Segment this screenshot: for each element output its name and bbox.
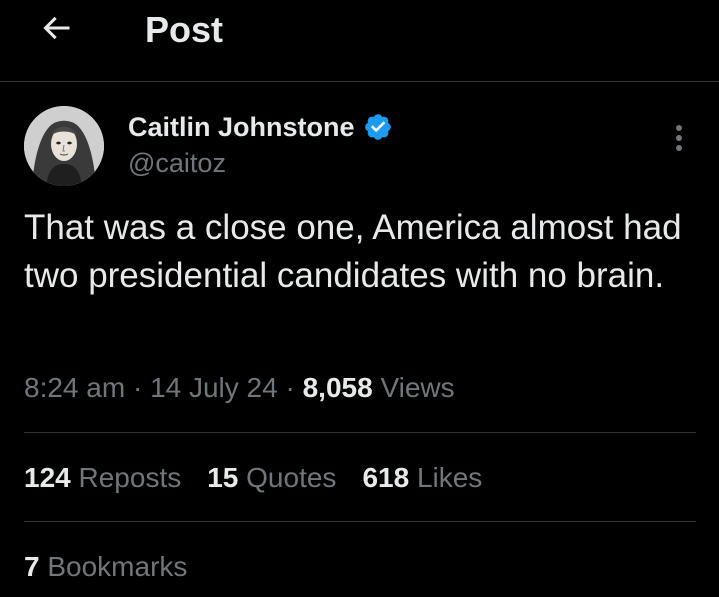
profile-portrait — [24, 106, 104, 186]
post-time[interactable]: 8:24 am — [24, 372, 125, 403]
quotes-count: 15 — [207, 462, 239, 493]
meta-separator: · — [132, 372, 143, 403]
more-vertical-icon — [674, 123, 684, 158]
divider — [24, 521, 696, 522]
post-date[interactable]: 14 July 24 — [150, 372, 278, 403]
back-button[interactable] — [36, 10, 76, 50]
top-bar: Post — [0, 0, 719, 82]
author-name[interactable]: Caitlin Johnstone — [128, 110, 355, 144]
views-count[interactable]: 8,058 — [303, 372, 373, 403]
author-handle[interactable]: @caitoz — [128, 147, 226, 179]
reposts-count: 124 — [24, 462, 71, 493]
more-options-button[interactable] — [664, 120, 694, 160]
post-meta: 8:24 am · 14 July 24 · 8,058 Views — [24, 368, 455, 408]
divider — [24, 432, 696, 433]
likes-label: Likes — [416, 462, 483, 493]
arrow-left-icon — [38, 10, 74, 51]
engagement-stats: 124 Reposts 15 Quotes 618 Likes — [24, 458, 508, 498]
bookmarks-stat[interactable]: 7 Bookmarks — [24, 547, 187, 587]
reposts-label: Reposts — [78, 462, 182, 493]
likes-stat[interactable]: 618 Likes — [362, 458, 482, 498]
bookmarks-count: 7 — [24, 551, 40, 582]
reposts-stat[interactable]: 124 Reposts — [24, 458, 181, 498]
likes-count: 618 — [362, 462, 410, 493]
quotes-stat[interactable]: 15 Quotes — [207, 458, 336, 498]
quotes-label: Quotes — [246, 462, 337, 493]
views-label: Views — [380, 372, 455, 403]
author-name-row: Caitlin Johnstone — [128, 110, 393, 144]
meta-separator: · — [285, 372, 295, 403]
post-text: That was a close one, America almost had… — [24, 208, 682, 295]
bookmarks-label: Bookmarks — [47, 551, 188, 582]
avatar[interactable] — [24, 106, 104, 186]
page-title: Post — [145, 9, 224, 50]
verified-badge-icon[interactable] — [363, 112, 393, 142]
